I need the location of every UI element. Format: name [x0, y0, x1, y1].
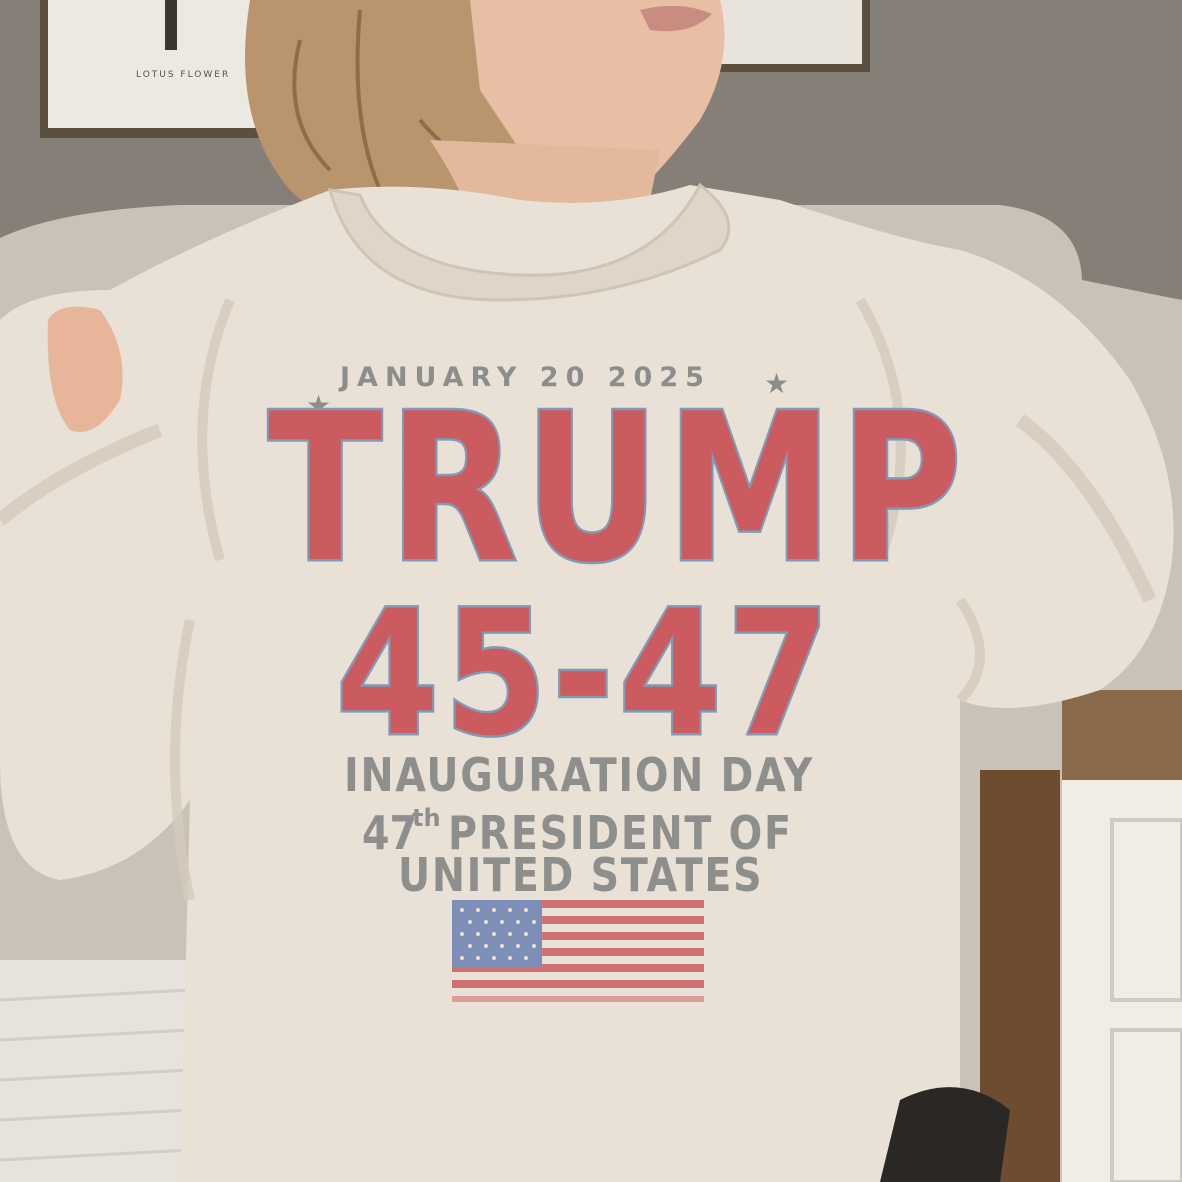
nightstand — [1062, 690, 1182, 1182]
us-flag-graphic — [452, 900, 704, 1002]
photo-scene — [0, 0, 1182, 1182]
frame-caption: LOTUS FLOWER — [136, 70, 231, 80]
flag-canton — [452, 900, 542, 968]
